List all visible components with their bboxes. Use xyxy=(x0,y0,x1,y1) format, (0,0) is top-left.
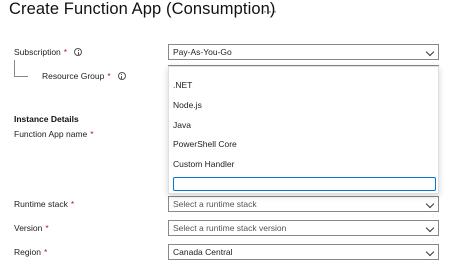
function-app-name-label-row: Function App name * xyxy=(14,129,94,139)
region-label-row: Region * xyxy=(14,247,47,257)
runtime-stack-placeholder: Select a runtime stack xyxy=(173,199,257,209)
version-label: Version xyxy=(14,223,43,233)
version-dropdown[interactable]: Select a runtime stack version xyxy=(168,220,439,236)
required-mark: * xyxy=(70,199,75,209)
region-label: Region xyxy=(14,247,41,257)
subscription-label-row: Subscription * xyxy=(14,47,83,57)
chevron-down-icon xyxy=(425,199,435,209)
chevron-down-icon xyxy=(425,47,435,57)
info-icon[interactable] xyxy=(74,48,83,56)
runtime-option-dotnet[interactable]: .NET xyxy=(173,80,192,90)
subscription-dropdown[interactable]: Pay-As-You-Go xyxy=(168,44,439,60)
runtime-option-java[interactable]: Java xyxy=(173,120,191,130)
region-dropdown[interactable]: Canada Central xyxy=(168,244,439,260)
chevron-down-icon xyxy=(425,223,435,233)
runtime-stack-label-row: Runtime stack * xyxy=(14,199,74,209)
runtime-option-powershell[interactable]: PowerShell Core xyxy=(173,139,237,149)
required-mark: * xyxy=(45,223,49,233)
chevron-down-icon xyxy=(425,247,435,257)
version-label-row: Version * xyxy=(14,223,49,233)
more-options-icon[interactable]: ··· xyxy=(263,4,278,18)
tree-connector xyxy=(14,60,28,77)
runtime-filter-input[interactable] xyxy=(173,177,436,191)
instance-details-heading: Instance Details xyxy=(14,114,79,124)
version-placeholder: Select a runtime stack version xyxy=(173,223,287,233)
runtime-options-list: .NET Node.js Java PowerShell Core Custom… xyxy=(168,66,439,194)
runtime-option-nodejs[interactable]: Node.js xyxy=(173,100,202,110)
function-app-name-label: Function App name xyxy=(14,129,88,139)
runtime-stack-label: Runtime stack xyxy=(14,199,68,209)
page-title: Create Function App (Consumption) xyxy=(9,0,276,18)
required-mark: * xyxy=(90,129,94,139)
resource-group-label: Resource Group xyxy=(42,71,105,81)
subscription-value: Pay-As-You-Go xyxy=(173,47,232,57)
runtime-option-custom-handler[interactable]: Custom Handler xyxy=(173,159,234,169)
subscription-label: Subscription xyxy=(14,47,61,57)
region-value: Canada Central xyxy=(173,247,233,257)
required-mark: * xyxy=(43,247,48,257)
resource-group-label-row: Resource Group * xyxy=(42,71,126,81)
required-mark: * xyxy=(63,47,68,57)
required-mark: * xyxy=(107,71,111,81)
info-icon[interactable] xyxy=(117,72,126,80)
runtime-stack-dropdown[interactable]: Select a runtime stack xyxy=(168,196,439,212)
